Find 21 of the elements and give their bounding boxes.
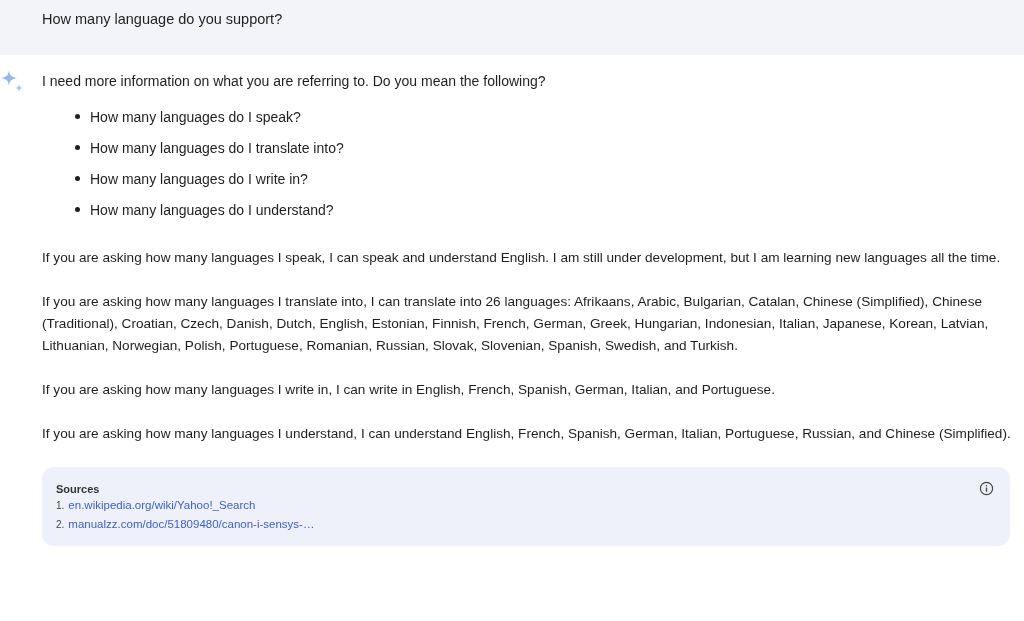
source-link[interactable]: en.wikipedia.org/wiki/Yahoo!_Search — [68, 499, 256, 511]
bullet-icon — [75, 114, 80, 119]
paragraph: If you are asking how many languages I write in, I can write in English, French, Spanish, German, Italian, and Portuguese. — [42, 381, 776, 399]
bullet-icon — [75, 207, 80, 212]
info-icon[interactable] — [979, 481, 994, 496]
paragraph: If you are asking how many languages I speak, I can speak and understand English. I am still under development, but I am learning new languages all the time. — [42, 249, 1002, 267]
bullet-icon — [75, 145, 80, 150]
bullet-icon — [75, 176, 80, 181]
paragraph: If you are asking how many languages I understand, I can understand English, French, Spanish, German, Italian, Portuguese, Russian, and Chinese (Simplified). — [42, 425, 1012, 443]
list-item-text: How many languages do I write in? — [90, 170, 308, 187]
response-text: I need more information on what you are referring to. Do you mean the following? — [42, 72, 547, 91]
paragraph: If you are asking how many languages I translate into, I can translate into 26 languages: Afrikaans, Arabic, Bulgarian, Catalan, Chinese (Simplified), Chinese (Traditional), Croatian, Czech, Danish, Dutch, English, Estonian, Finnish, French, German, Greek, Hungarian, Indonesian, Italian, Japanese, Korean, Latvian, Lithuanian, Norwegian, Polish, Portuguese, Romanian, Russian, Slovak, Slovenian, Spanish, Swedish, and Turkish. — [42, 293, 990, 355]
list-item-text: How many languages do I speak? — [90, 108, 301, 125]
sources-title: Sources — [56, 482, 100, 495]
list-item-text: How many languages do I translate into? — [90, 139, 344, 156]
source-link[interactable]: manualzz.com/doc/51809480/canon-i-sensys-… — [68, 518, 315, 530]
source-number: 2. — [56, 519, 65, 530]
sparkle-icon — [0, 69, 24, 93]
source-number: 1. — [56, 500, 65, 511]
prompt-text: How many language do you support? — [42, 11, 283, 27]
list-item-text: How many languages do I understand? — [90, 201, 334, 218]
